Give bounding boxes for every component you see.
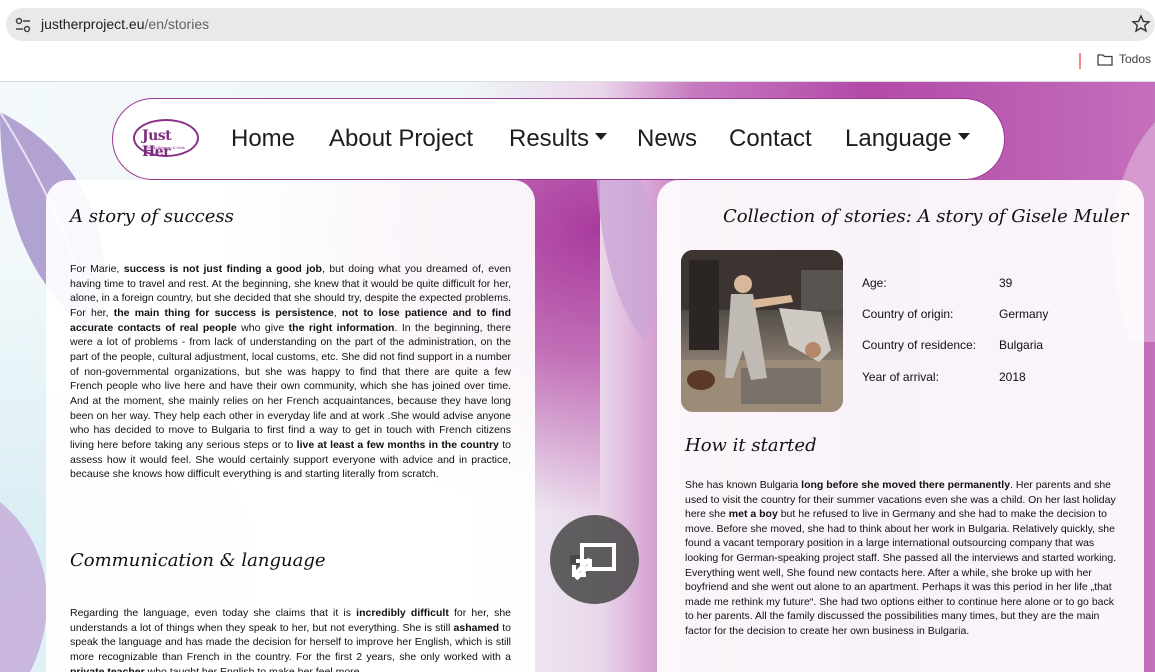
nav-results-label: Results [509,125,590,152]
page-content: Just Her Strong Women & Girls Home About… [0,82,1155,672]
nav-results[interactable]: Results [509,125,608,153]
nav-home-label: Home [231,125,296,152]
fact-row: Country of residence: Bulgaria [862,338,1043,352]
bookmarks-folder-label: Todos [1119,52,1152,66]
yoga-photo-icon [681,250,843,412]
story-title: A story of success [70,206,234,227]
nav-contact-label: Contact [729,125,812,152]
story-paragraph: For Marie, success is not just finding a… [70,263,511,481]
bookmarks-bar: Todos [0,41,1155,82]
fact-label: Year of arrival: [862,370,939,384]
site-logo[interactable]: Just Her Strong Women & Girls [133,119,199,160]
address-bar[interactable]: justherproject.eu/en/stories [6,8,1155,41]
fact-label: Country of residence: [862,338,977,352]
logo-text: Just Her [142,128,172,160]
bookmarks-separator [1079,53,1081,69]
fact-value: Germany [999,307,1049,321]
fact-row: Age: 39 [862,276,1012,290]
nav-news-label: News [637,125,698,152]
nav-about-label: About Project [329,125,474,152]
fact-row: Year of arrival: 2018 [862,370,1026,384]
logo-subtext: Strong Women & Girls [145,145,185,150]
cast-icon [570,543,616,581]
how-it-started-paragraph: She has known Bulgaria long before she m… [685,479,1117,637]
nav-about-project[interactable]: About Project [329,125,473,153]
site-settings-icon[interactable] [14,16,32,34]
nav-language[interactable]: Language [845,125,970,153]
fact-value: 2018 [999,370,1026,384]
main-navbar: Just Her Strong Women & Girls Home About… [112,98,1005,180]
fact-label: Age: [862,276,887,290]
story-card-left: A story of success For Marie, success is… [46,180,535,672]
window-top [0,0,1155,8]
nav-contact[interactable]: Contact [729,125,812,153]
section-title-communication: Communication & language [70,550,326,571]
cast-button[interactable] [550,515,639,604]
fact-label: Country of origin: [862,307,954,321]
nav-home[interactable]: Home [231,125,295,153]
chevron-down-icon [595,133,608,141]
nav-language-label: Language [845,125,952,152]
chevron-down-icon [957,133,970,141]
communication-paragraph: Regarding the language, even today she c… [70,607,511,672]
bookmark-star-icon[interactable] [1131,14,1151,34]
folder-icon [1097,53,1113,66]
fact-value: Bulgaria [999,338,1044,352]
url-host: justherproject.eu [41,16,145,32]
fact-value: 39 [999,276,1013,290]
nav-news[interactable]: News [637,125,697,153]
story-card-right: Collection of stories: A story of Gisele… [657,180,1144,672]
url-path: /en/stories [144,16,210,32]
story-photo [681,250,843,412]
collection-title: Collection of stories: A story of Gisele… [723,206,1129,227]
url-text[interactable]: justherproject.eu/en/stories [41,16,209,33]
bookmarks-folder-all[interactable]: Todos [1097,52,1151,66]
fact-row: Country of origin: Germany [862,307,1048,321]
section-title-how-it-started: How it started [685,435,817,456]
